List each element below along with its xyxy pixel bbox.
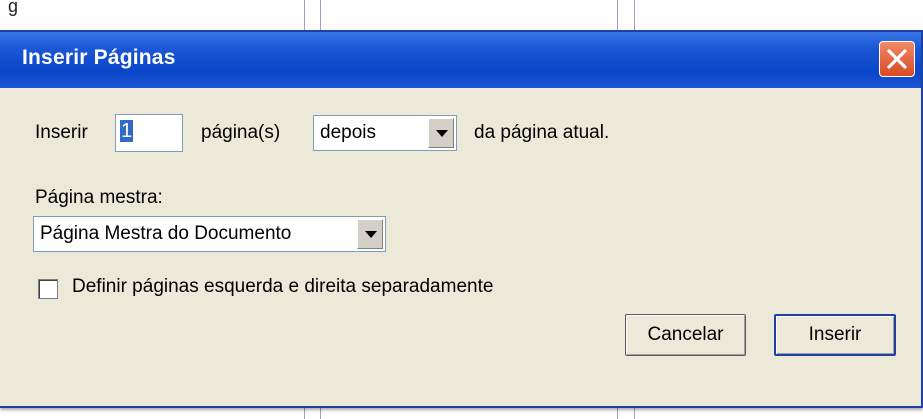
position-select-value: depois xyxy=(320,122,376,143)
position-select[interactable]: depois xyxy=(313,115,457,151)
master-page-select[interactable]: Página Mestra do Documento xyxy=(33,216,386,252)
title-bar[interactable]: Inserir Páginas xyxy=(0,32,921,88)
chevron-down-icon[interactable] xyxy=(428,118,454,148)
insert-pages-dialog: Inserir Páginas Inserir 1 página(s) depo… xyxy=(0,30,923,408)
insert-label: Inserir xyxy=(35,122,88,143)
insert-button[interactable]: Inserir xyxy=(774,314,896,356)
master-page-select-value: Página Mestra do Documento xyxy=(40,223,292,244)
chevron-down-icon[interactable] xyxy=(357,219,383,249)
dialog-title: Inserir Páginas xyxy=(22,46,176,69)
master-page-label: Página mestra: xyxy=(35,187,163,208)
background-text: g xyxy=(8,0,19,16)
pages-unit-label: página(s) xyxy=(201,122,281,143)
page-count-value: 1 xyxy=(120,120,134,142)
cancel-button[interactable]: Cancelar xyxy=(625,314,746,356)
dialog-content: Inserir 1 página(s) depois da página atu… xyxy=(0,88,921,406)
relative-label: da página atual. xyxy=(474,122,610,143)
separate-pages-label[interactable]: Definir páginas esquerda e direita separ… xyxy=(72,276,493,298)
page-count-input[interactable]: 1 xyxy=(115,114,183,152)
close-button[interactable] xyxy=(879,41,915,77)
separate-pages-checkbox[interactable] xyxy=(38,279,58,299)
close-icon xyxy=(887,49,907,69)
